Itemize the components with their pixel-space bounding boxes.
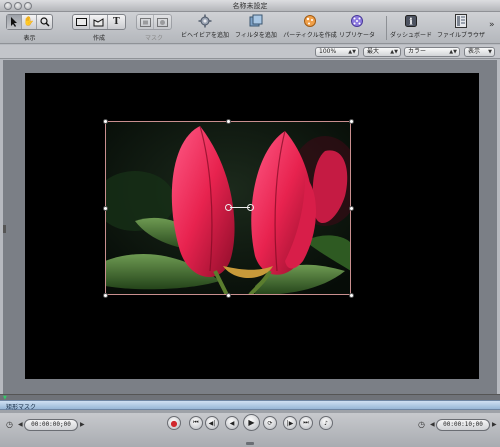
loop-icon: ⟳ bbox=[267, 419, 273, 427]
motion-window: 名称未設定 ✋ 表示 T 作成 マスク ビヘイビアを追加 フィルタを追加 パーテ… bbox=[0, 0, 500, 447]
tc-end-arrow-right[interactable]: ▶ bbox=[492, 421, 497, 428]
transform-handle-bottom-left[interactable] bbox=[103, 293, 108, 298]
transform-handle-top[interactable] bbox=[226, 119, 231, 124]
file-browser-icon bbox=[454, 14, 468, 28]
svg-text:i: i bbox=[409, 18, 413, 28]
end-time-icon: ◷ bbox=[418, 420, 425, 429]
select-arrow-icon[interactable] bbox=[7, 15, 22, 29]
rect-mask-icon[interactable] bbox=[137, 15, 155, 29]
dashboard-icon: i bbox=[404, 14, 418, 28]
play-reverse-icon: ◀ bbox=[229, 419, 235, 427]
tc-end-arrow-left[interactable]: ◀ bbox=[430, 421, 435, 428]
mask-label: マスク bbox=[144, 35, 163, 42]
go-to-start-button[interactable]: ⏮ bbox=[189, 416, 203, 430]
view-label: 表示 bbox=[23, 35, 36, 42]
chevron-down-icon: ▲▼ bbox=[449, 49, 457, 55]
text-icon[interactable]: T bbox=[108, 15, 125, 29]
step-forward-icon: |▶ bbox=[286, 419, 294, 427]
start-time-icon: ◷ bbox=[6, 420, 13, 429]
channels-popup[interactable]: カラー ▲▼ bbox=[404, 47, 460, 57]
toolbar: ✋ 表示 T 作成 マスク ビヘイビアを追加 フィルタを追加 パーティクルを作成… bbox=[0, 12, 500, 44]
bezier-icon[interactable] bbox=[90, 15, 108, 29]
audio-icon: ♪ bbox=[324, 419, 328, 427]
start-timecode-field[interactable]: 00:00:00;00 bbox=[24, 419, 78, 431]
go-to-end-icon: ⏭ bbox=[303, 419, 309, 426]
transform-handle-left[interactable] bbox=[103, 206, 108, 211]
add-filter-button[interactable]: フィルタを追加 bbox=[226, 13, 286, 43]
title-bar: 名称未設定 bbox=[0, 0, 500, 12]
replicate-label: リプリケータ bbox=[338, 32, 375, 39]
left-resize-handle[interactable] bbox=[3, 225, 6, 233]
create-label: 作成 bbox=[92, 35, 105, 42]
view-tools-group: ✋ bbox=[6, 14, 53, 30]
step-back-button[interactable]: ◀| bbox=[205, 416, 219, 430]
record-button[interactable]: ● bbox=[167, 416, 181, 430]
loop-button[interactable]: ⟳ bbox=[263, 416, 277, 430]
audio-button[interactable]: ♪ bbox=[319, 416, 333, 430]
chevron-down-icon: ▲▼ bbox=[348, 49, 356, 55]
file-browser-button[interactable]: ファイルブラウザ bbox=[431, 13, 491, 43]
file-browser-label: ファイルブラウザ bbox=[436, 32, 485, 39]
canvas-options-bar: 100% ▲▼ 最大 ▲▼ カラー ▲▼ 表示 ▼ bbox=[0, 45, 500, 59]
play-icon: ▶ bbox=[248, 418, 255, 427]
mask-tools-group bbox=[136, 14, 172, 30]
canvas[interactable] bbox=[25, 73, 479, 379]
gear-icon bbox=[198, 14, 212, 28]
mini-timeline-track[interactable]: 矩形マスク bbox=[0, 400, 500, 411]
chevron-down-icon: ▲▼ bbox=[390, 49, 398, 55]
transport-bar: ◷ ◀ 00:00:00;00 ▶ ● ⏮ ◀| ◀ ▶ ⟳ |▶ ⏭ ♪ ◷ … bbox=[0, 413, 500, 447]
circle-mask-icon[interactable] bbox=[154, 15, 171, 29]
transform-handle-top-left[interactable] bbox=[103, 119, 108, 124]
create-tools-group: T bbox=[72, 14, 126, 30]
channels-value: カラー bbox=[408, 48, 427, 55]
window-title: 名称未設定 bbox=[232, 2, 268, 10]
play-reverse-button[interactable]: ◀ bbox=[225, 416, 239, 430]
tc-start-arrow-left[interactable]: ◀ bbox=[18, 421, 23, 428]
replicator-icon bbox=[350, 14, 364, 28]
play-button[interactable]: ▶ bbox=[243, 414, 260, 431]
replicate-button[interactable]: リプリケータ bbox=[327, 13, 387, 43]
quality-popup[interactable]: 最大 ▲▼ bbox=[363, 47, 401, 57]
anchor-point-handle[interactable] bbox=[225, 204, 232, 211]
quality-value: 最大 bbox=[367, 48, 380, 55]
rotation-handle[interactable] bbox=[247, 204, 254, 211]
zoom-popup[interactable]: 100% ▲▼ bbox=[315, 47, 359, 57]
particles-icon bbox=[303, 14, 317, 28]
transform-handle-right[interactable] bbox=[349, 206, 354, 211]
add-filter-label: フィルタを追加 bbox=[235, 32, 277, 39]
record-icon: ● bbox=[170, 418, 178, 428]
zoom-value: 100% bbox=[319, 48, 337, 55]
hand-icon[interactable]: ✋ bbox=[22, 15, 37, 29]
chevron-down-icon: ▼ bbox=[488, 49, 492, 55]
step-forward-button[interactable]: |▶ bbox=[283, 416, 297, 430]
drawer-handle[interactable] bbox=[246, 442, 254, 445]
zoom-icon[interactable] bbox=[37, 15, 52, 29]
toolbar-overflow-icon[interactable]: » bbox=[489, 20, 495, 30]
transform-handle-bottom-right[interactable] bbox=[349, 293, 354, 298]
view-options-popup[interactable]: 表示 ▼ bbox=[464, 47, 495, 57]
step-back-icon: ◀| bbox=[208, 419, 216, 427]
end-timecode-field[interactable]: 00:00:10;00 bbox=[436, 419, 490, 431]
go-to-end-button[interactable]: ⏭ bbox=[299, 416, 313, 430]
go-to-start-icon: ⏮ bbox=[193, 419, 199, 426]
tc-start-arrow-right[interactable]: ▶ bbox=[80, 421, 85, 428]
filter-icon bbox=[249, 14, 263, 28]
transform-handle-top-right[interactable] bbox=[349, 119, 354, 124]
view-options-value: 表示 bbox=[468, 48, 481, 55]
transform-handle-bottom[interactable] bbox=[226, 293, 231, 298]
canvas-area bbox=[3, 60, 497, 394]
rectangle-icon[interactable] bbox=[73, 15, 91, 29]
